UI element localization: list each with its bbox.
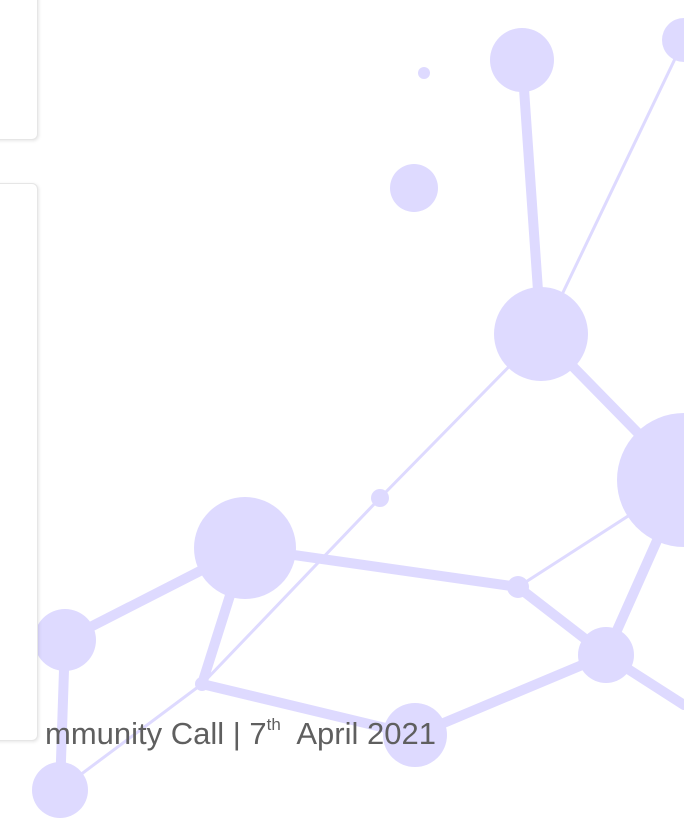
network-node [662,18,684,62]
network-node [578,627,634,683]
network-node [32,762,88,818]
caption-ordinal-suffix: th [266,715,281,734]
slide-canvas: mmunity Call | 7th April 2021 [0,0,684,826]
network-edge [543,38,684,332]
network-node [371,489,389,507]
network-node [194,497,296,599]
network-node [34,609,96,671]
network-node [195,677,209,691]
network-node [490,28,554,92]
footer-caption: mmunity Call | 7th April 2021 [45,715,436,751]
network-graphic [32,18,684,818]
content-card [0,183,38,741]
content-card [0,0,38,140]
caption-date: April 2021 [296,716,436,751]
caption-prefix: mmunity Call | 7 [45,716,267,751]
network-node [494,287,588,381]
network-node [617,413,684,547]
network-node [390,164,438,212]
network-node [507,576,529,598]
network-node [418,67,430,79]
